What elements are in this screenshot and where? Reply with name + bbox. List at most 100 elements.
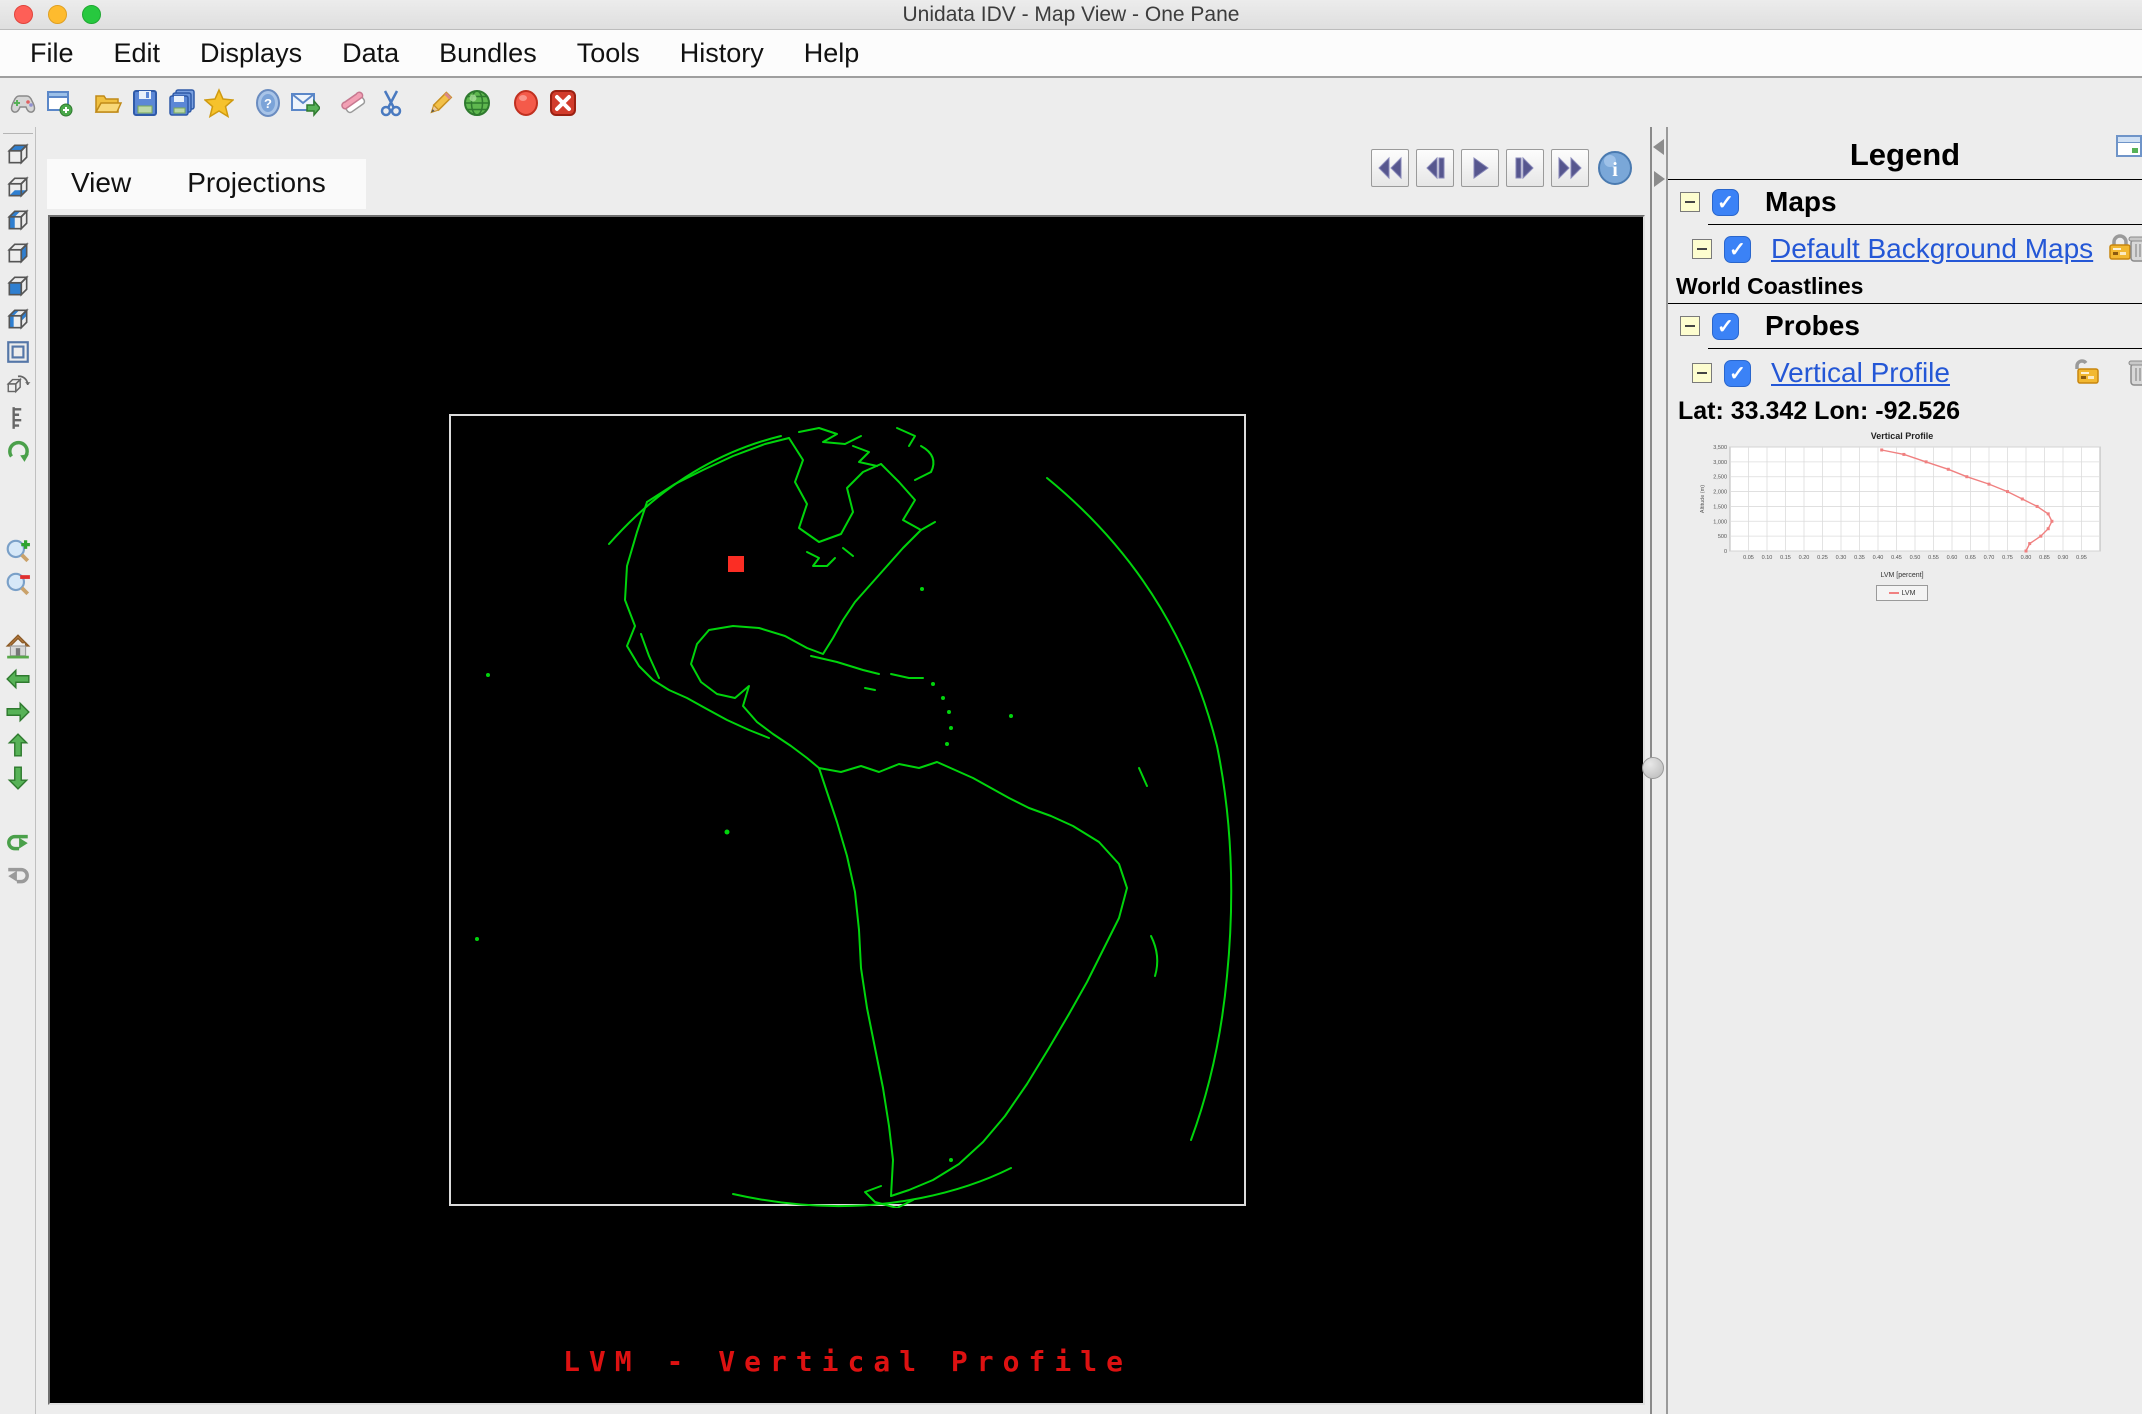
collapse-toggle[interactable]	[1680, 316, 1700, 336]
probe-latlon-label: Lat: 33.342 Lon: -92.526	[1678, 397, 1961, 425]
svg-text:0.90: 0.90	[2058, 555, 2069, 561]
divider-drag-handle[interactable]	[1642, 757, 1664, 779]
box-outline-icon[interactable]	[4, 338, 32, 366]
collapse-right-icon[interactable]	[1654, 171, 1665, 187]
menu-bar: File Edit Displays Data Bundles Tools Hi…	[0, 30, 2142, 78]
favorite-star-icon[interactable]	[203, 87, 235, 119]
svg-text:3,000: 3,000	[1713, 460, 1727, 466]
thumb-chart-xlabel: LVM [percent]	[1880, 572, 1924, 579]
maps-visibility-checkbox[interactable]: ✓	[1712, 188, 1739, 216]
cut-scissors-icon[interactable]	[375, 87, 407, 119]
menu-displays[interactable]: Displays	[180, 38, 322, 69]
zoom-in-icon[interactable]	[4, 536, 32, 564]
undo-icon[interactable]	[4, 827, 32, 855]
spin-icon[interactable]	[4, 437, 32, 465]
rotate-cube-icon[interactable]	[4, 371, 32, 399]
svg-text:0.80: 0.80	[2021, 555, 2032, 561]
go-to-end-button[interactable]	[1551, 149, 1589, 187]
collapse-toggle[interactable]	[1692, 363, 1712, 383]
view-toolbar	[0, 127, 36, 1414]
svg-text:0.10: 0.10	[1762, 555, 1773, 561]
thumb-chart-legend: LVM	[1876, 585, 1928, 601]
ruler-icon[interactable]	[4, 404, 32, 432]
cube-top-icon[interactable]	[4, 140, 32, 168]
display-visibility-checkbox[interactable]: ✓	[1724, 235, 1751, 263]
publish-icon[interactable]	[289, 87, 321, 119]
arrow-right-icon[interactable]	[4, 698, 32, 726]
main-toolbar: ?	[0, 78, 2142, 127]
display-visibility-checkbox[interactable]: ✓	[1724, 359, 1751, 387]
home-icon[interactable]	[4, 632, 32, 660]
menu-file[interactable]: File	[10, 38, 94, 69]
probes-visibility-checkbox[interactable]: ✓	[1712, 312, 1739, 340]
group-label-probes: Probes	[1765, 310, 1860, 341]
menu-tools[interactable]: Tools	[557, 38, 660, 69]
zoom-out-icon[interactable]	[4, 569, 32, 597]
remove-display-icon[interactable]	[2127, 233, 2142, 268]
float-legend-icon[interactable]	[2116, 135, 2142, 157]
help-icon[interactable]: ?	[252, 87, 284, 119]
cube-right-icon[interactable]	[4, 239, 32, 267]
go-to-start-button[interactable]	[1371, 149, 1409, 187]
svg-text:0.15: 0.15	[1780, 555, 1791, 561]
svg-text:0.25: 0.25	[1817, 555, 1828, 561]
svg-text:0.45: 0.45	[1891, 555, 1902, 561]
lock-open-icon[interactable]	[2070, 356, 2100, 391]
globe-icon[interactable]	[461, 87, 493, 119]
edit-pencil-icon[interactable]	[424, 87, 456, 119]
map-display-area[interactable]: LVM - Vertical Profile	[48, 215, 1645, 1405]
tab-view[interactable]: View	[71, 167, 131, 199]
svg-text:2,500: 2,500	[1713, 475, 1727, 481]
remove-display-icon[interactable]	[2127, 357, 2142, 392]
arrow-left-icon[interactable]	[4, 665, 32, 693]
probe-marker[interactable]	[728, 556, 744, 572]
svg-text:2,000: 2,000	[1713, 490, 1727, 496]
controller-icon[interactable]	[6, 87, 38, 119]
svg-text:0.95: 0.95	[2076, 555, 2087, 561]
cube-front-icon[interactable]	[4, 272, 32, 300]
display-link-vertical-profile[interactable]: Vertical Profile	[1763, 357, 1950, 389]
arrow-down-icon[interactable]	[4, 764, 32, 792]
svg-text:0.20: 0.20	[1799, 555, 1810, 561]
save-all-icon[interactable]	[166, 87, 198, 119]
collapse-toggle[interactable]	[1692, 239, 1712, 259]
map-view-panel: View Projections i LVM - Vertical Profil…	[36, 127, 1650, 1414]
menu-data[interactable]: Data	[322, 38, 419, 69]
legend-panel: Legend ✓ Maps ✓ Default Background Maps	[1666, 127, 2142, 1414]
vertical-profile-thumbnail[interactable]: Vertical Profile 0.05 0.10 0.15 0.20 0.25 0.3…	[1696, 431, 2108, 601]
redo-icon[interactable]	[4, 860, 32, 888]
display-link-default-background-maps[interactable]: Default Background Maps	[1763, 233, 2093, 265]
cube-back-icon[interactable]	[4, 206, 32, 234]
new-window-icon[interactable]	[43, 87, 75, 119]
cube-bottom-icon[interactable]	[4, 173, 32, 201]
save-icon[interactable]	[129, 87, 161, 119]
animation-properties-button[interactable]: i	[1596, 149, 1634, 187]
record-icon[interactable]	[510, 87, 542, 119]
collapse-toggle[interactable]	[1680, 192, 1700, 212]
profile-chart-plot: 0.05 0.10 0.15 0.20 0.25 0.30 0.35 0.40 0.45 0.50…	[1700, 445, 2101, 561]
series-label: LVM	[1901, 589, 1916, 597]
step-back-button[interactable]	[1416, 149, 1454, 187]
step-forward-button[interactable]	[1506, 149, 1544, 187]
svg-text:Altitude (m): Altitude (m)	[1700, 485, 1706, 513]
tab-projections[interactable]: Projections	[187, 167, 326, 199]
open-folder-icon[interactable]	[92, 87, 124, 119]
split-pane-divider[interactable]	[1642, 127, 1666, 1414]
svg-text:0.55: 0.55	[1928, 555, 1939, 561]
app-window: Unidata IDV - Map View - One Pane File E…	[0, 0, 2142, 1414]
close-icon[interactable]	[547, 87, 579, 119]
play-button[interactable]	[1461, 149, 1499, 187]
arrow-up-icon[interactable]	[4, 731, 32, 759]
legend-group-maps: ✓ Maps	[1668, 180, 2142, 224]
menu-bundles[interactable]: Bundles	[419, 38, 557, 69]
svg-text:0.40: 0.40	[1873, 555, 1884, 561]
world-coastlines-layer	[475, 427, 1233, 1208]
svg-text:0.05: 0.05	[1743, 555, 1754, 561]
menu-history[interactable]: History	[660, 38, 784, 69]
content-area: View Projections i LVM - Vertical Profil…	[0, 127, 2142, 1414]
menu-edit[interactable]: Edit	[94, 38, 181, 69]
menu-help[interactable]: Help	[784, 38, 880, 69]
eraser-icon[interactable]	[338, 87, 370, 119]
cube-left-icon[interactable]	[4, 305, 32, 333]
collapse-left-icon[interactable]	[1653, 139, 1664, 155]
